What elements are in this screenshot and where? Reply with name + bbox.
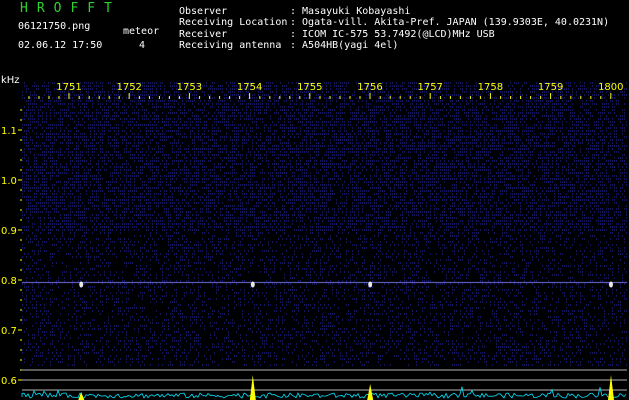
antenna-label: Receiving antenna [179,40,282,51]
y-tick-label: 0.8 [1,276,17,287]
y-axis-label: kHz [1,75,20,86]
filename: 06121750.png [18,21,91,32]
spectrogram: 1751 1752 1753 1754 1755 1756 1757 1758 1759 1800… [0,72,629,400]
app-title: HROFFT [20,1,121,16]
x-tick-label: 1753 [177,82,202,93]
meteor-count: 4 [139,40,146,51]
y-tick-label: 0.7 [1,326,17,337]
x-tick-label: 1759 [538,82,563,93]
ping-blip [609,281,613,288]
header-panel: HROFFT 06121750.png 02.06.12 17:50 meteo… [0,0,629,72]
ping-blip [250,281,255,288]
y-tick-label: 0.6 [1,376,17,387]
x-tick-label: 1757 [417,82,442,93]
datetime: 02.06.12 17:50 [18,40,103,51]
x-tick-label: 1752 [116,82,141,93]
location-value: : Ogata-vill. Akita-Pref. JAPAN (139.930… [290,17,610,28]
meteor-label: meteor [123,26,160,37]
y-tick-label: 0.9 [1,226,17,237]
x-tick-label: 1756 [357,82,382,93]
x-tick-label: 1758 [478,82,503,93]
x-tick-label: 1755 [297,82,322,93]
ping-blip [368,281,373,288]
location-label: Receiving Location [179,17,288,28]
y-tick-label: 1.1 [1,126,17,137]
y-tick-label: 1.0 [1,176,17,187]
ping-blip [79,281,84,288]
x-tick-label: 1751 [56,82,81,93]
x-tick-label: 1754 [237,82,262,93]
x-tick-label: 1800 [598,82,623,93]
antenna-value: : A504HB(yagi 4el) [290,40,399,51]
